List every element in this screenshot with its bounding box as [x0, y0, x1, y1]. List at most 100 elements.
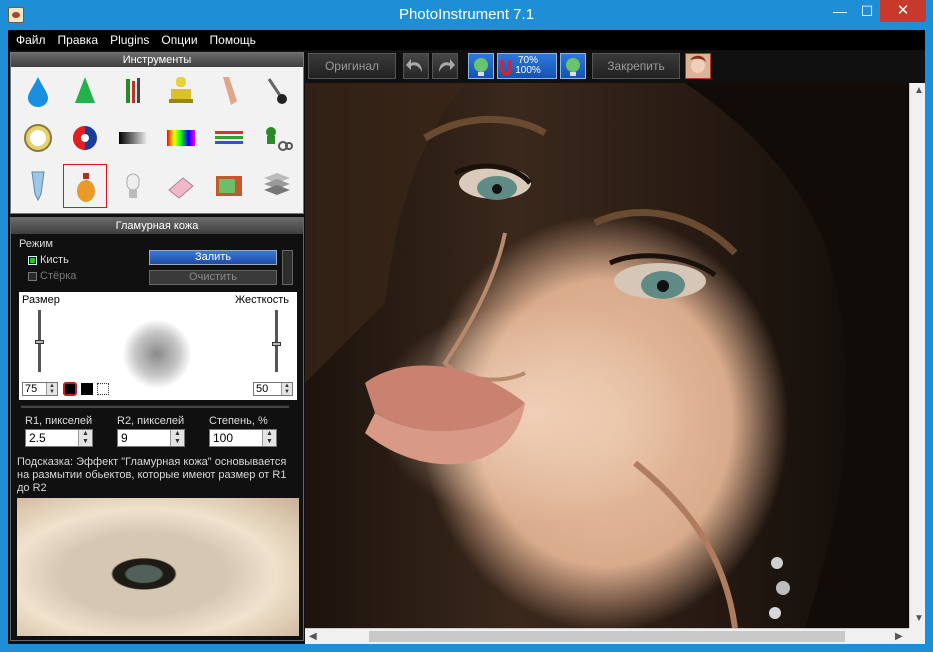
- stamp-tool[interactable]: [159, 69, 203, 113]
- side-scroll[interactable]: [282, 250, 293, 285]
- brush-checkbox[interactable]: [28, 256, 37, 265]
- zoom-control[interactable]: 70% 100%: [497, 53, 557, 79]
- zoom-bottom: 100%: [515, 65, 541, 76]
- tools-panel-title: Инструменты: [11, 53, 303, 67]
- clone-scissors-icon: [266, 127, 293, 151]
- menu-plugins[interactable]: Plugins: [104, 30, 155, 50]
- hardness-slider-thumb[interactable]: [272, 342, 281, 346]
- toolbar: Оригинал 70% 100% Закрепить: [306, 52, 925, 82]
- size-label: Размер: [22, 294, 60, 306]
- eraser-label: Стёрка: [40, 270, 77, 282]
- rainbow-tool[interactable]: [159, 116, 203, 160]
- hardness-input[interactable]: 50 ▲ ▼: [253, 382, 293, 396]
- minimize-button[interactable]: —: [826, 0, 854, 22]
- zoom-in-icon: [566, 58, 580, 76]
- close-button[interactable]: ✕: [880, 0, 926, 22]
- zoom-in-button[interactable]: [560, 53, 586, 79]
- scroll-up-icon[interactable]: ▲: [914, 85, 924, 96]
- square-brush-icon[interactable]: [81, 383, 93, 395]
- clear-button[interactable]: Очистить: [149, 270, 277, 285]
- vertical-scrollbar[interactable]: ▲ ▼: [909, 83, 925, 628]
- text-layers-tool[interactable]: [255, 164, 299, 208]
- menu-options[interactable]: Опции: [155, 30, 203, 50]
- clone-tool[interactable]: [255, 116, 299, 160]
- tv-tool[interactable]: [207, 164, 251, 208]
- effect-preview-image: [17, 498, 299, 636]
- r2-input[interactable]: 9 ▲ ▼: [117, 429, 185, 447]
- drop-tool[interactable]: [16, 69, 60, 113]
- gradient-tool[interactable]: [111, 116, 155, 160]
- hint-text: Подсказка: Эффект "Гламурная кожа" основ…: [17, 456, 287, 494]
- brush-label: Кисть: [40, 254, 69, 266]
- selection-brush-icon[interactable]: [97, 383, 109, 395]
- menu-file[interactable]: Файл: [8, 30, 52, 50]
- cone-icon: [75, 77, 95, 103]
- lines-tool[interactable]: [207, 116, 251, 160]
- lines-icon: [215, 131, 243, 144]
- portrait-photo: [305, 83, 909, 628]
- degree-label: Степень, %: [209, 415, 268, 427]
- size-input[interactable]: 75 ▲ ▼: [22, 382, 58, 396]
- scroll-corner: [909, 628, 925, 644]
- scroll-right-icon[interactable]: ▶: [895, 631, 903, 642]
- scroll-left-icon[interactable]: ◀: [309, 631, 317, 642]
- scroll-down-icon[interactable]: ▼: [914, 613, 924, 624]
- menu-edit[interactable]: Правка: [52, 30, 105, 50]
- glamour-skin-tool[interactable]: [63, 164, 107, 208]
- r1-input[interactable]: 2.5 ▲ ▼: [25, 429, 93, 447]
- r1-spinner[interactable]: ▲ ▼: [78, 430, 92, 446]
- window-title: PhotoInstrument 7.1: [398, 6, 535, 23]
- finger-tool[interactable]: [207, 69, 251, 113]
- maximize-button[interactable]: ☐: [854, 0, 880, 22]
- color-wheel-icon: [73, 126, 97, 150]
- title-bar[interactable]: PhotoInstrument 7.1 — ☐ ✕: [0, 0, 933, 30]
- portrait-button[interactable]: [685, 53, 711, 79]
- menu-help[interactable]: Помощь: [204, 30, 262, 50]
- eraser-tool[interactable]: [159, 164, 203, 208]
- photo-canvas[interactable]: [305, 83, 909, 628]
- pin-button[interactable]: Закрепить: [592, 53, 680, 79]
- hardness-spinner[interactable]: ▲ ▼: [281, 383, 292, 395]
- redo-button[interactable]: [432, 53, 458, 79]
- undo-button[interactable]: [403, 53, 429, 79]
- glamour-bottle-icon: [77, 173, 95, 202]
- tube-tool[interactable]: [16, 164, 60, 208]
- text-layers-icon: [264, 173, 290, 195]
- eraser-checkbox[interactable]: [28, 272, 37, 281]
- round-brush-icon[interactable]: [63, 382, 77, 396]
- glamour-panel-title: Гламурная кожа: [11, 218, 303, 234]
- stamp-icon: [169, 77, 193, 103]
- degree-spinner[interactable]: ▲ ▼: [262, 430, 276, 446]
- hardness-slider[interactable]: [275, 310, 278, 372]
- portrait-icon: [690, 55, 706, 73]
- eraser-icon: [168, 177, 194, 199]
- original-button[interactable]: Оригинал: [308, 53, 396, 79]
- color-tool[interactable]: [63, 116, 107, 160]
- brushes-icon: [126, 78, 140, 103]
- r1-label: R1, пикселей: [25, 415, 93, 427]
- degree-value: 100: [213, 431, 234, 445]
- fill-button[interactable]: Залить: [149, 250, 277, 265]
- size-slider-thumb[interactable]: [35, 340, 44, 344]
- zoom-out-button[interactable]: [468, 53, 494, 79]
- lamp-tool[interactable]: [111, 164, 155, 208]
- rainbow-icon: [167, 130, 195, 146]
- tools-panel: Инструменты: [10, 52, 304, 214]
- sharpen-tool[interactable]: [63, 69, 107, 113]
- brush-preview: [123, 320, 191, 388]
- size-spinner[interactable]: ▲ ▼: [46, 383, 57, 395]
- tv-icon: [216, 176, 242, 196]
- clock-tool[interactable]: [16, 116, 60, 160]
- horizontal-scroll-thumb[interactable]: [369, 631, 845, 642]
- brushes-tool[interactable]: [111, 69, 155, 113]
- zoom-readout: 70% 100%: [512, 56, 544, 76]
- gradient-icon: [119, 132, 147, 144]
- horizontal-scrollbar[interactable]: ◀ ▶: [305, 628, 909, 644]
- degree-input[interactable]: 100 ▲ ▼: [209, 429, 277, 447]
- finger-icon: [223, 77, 237, 105]
- r2-spinner[interactable]: ▲ ▼: [170, 430, 184, 446]
- tube-icon: [31, 171, 45, 202]
- undo-icon: [406, 59, 422, 72]
- pin-tool[interactable]: [255, 69, 299, 113]
- r2-label: R2, пикселей: [117, 415, 185, 427]
